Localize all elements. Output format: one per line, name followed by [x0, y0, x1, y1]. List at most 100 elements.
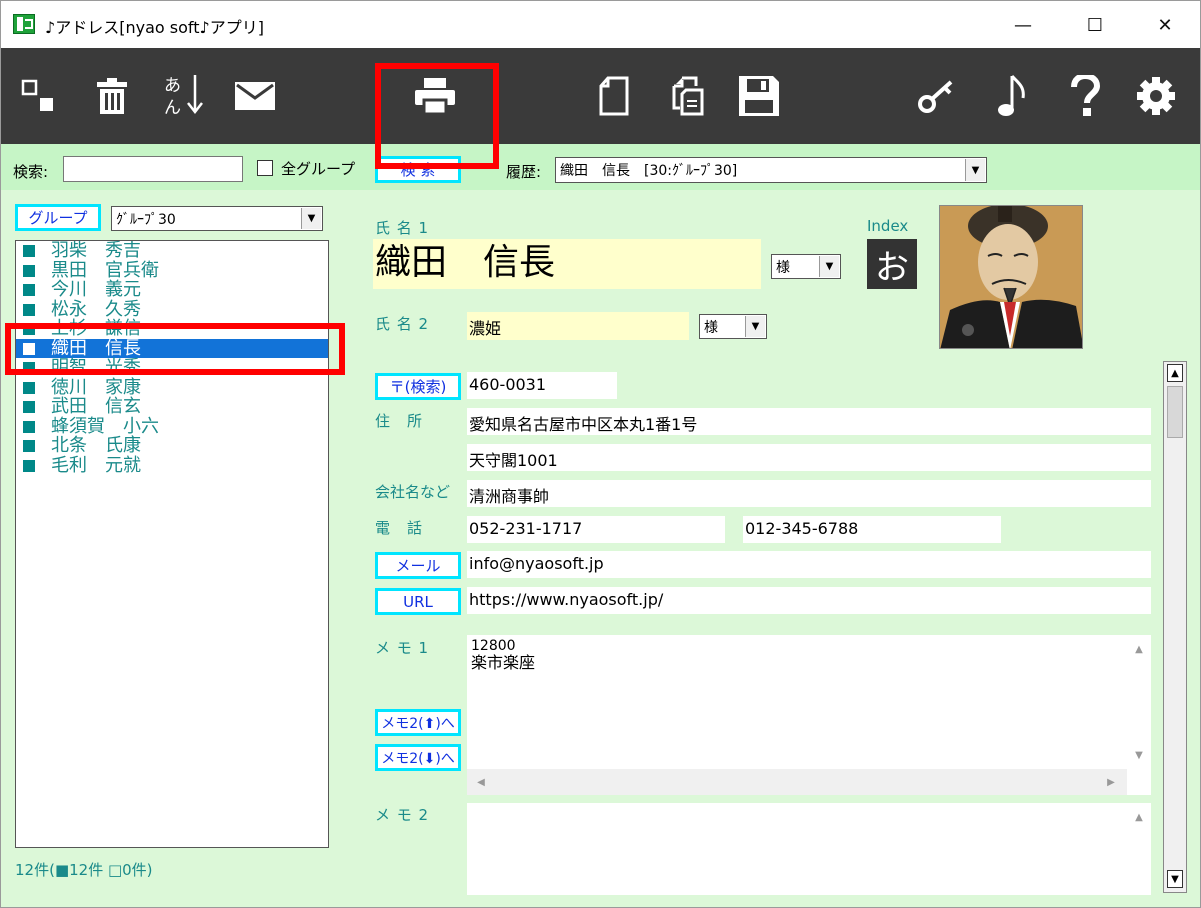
- contact-name: 北条 氏康: [51, 435, 141, 456]
- list-item[interactable]: 今川 義元: [16, 280, 328, 300]
- chevron-down-icon[interactable]: ▼: [745, 316, 765, 337]
- zip-field[interactable]: 460-0031: [467, 372, 617, 399]
- contact-name: 羽柴 秀吉: [51, 240, 141, 261]
- print-button[interactable]: [405, 48, 465, 144]
- list-status: 12件(■12件 □0件): [15, 861, 153, 879]
- memo2-textarea[interactable]: ▲: [467, 803, 1151, 895]
- sort-icon: あ ん: [160, 71, 210, 121]
- scroll-down-icon[interactable]: ▼: [1131, 747, 1147, 763]
- contact-name: 松永 久秀: [51, 298, 141, 320]
- minimize-button[interactable]: —: [1001, 11, 1045, 39]
- list-item[interactable]: 上杉 謙信: [16, 319, 328, 339]
- save-button[interactable]: [731, 48, 787, 144]
- contact-list[interactable]: 羽柴 秀吉 黒田 官兵衛 今川 義元 松永 久秀 上杉 謙信 織田 信長 明智 光秀 徳川 家…: [15, 240, 329, 848]
- title-bar: ♪アドレス[nyao soft♪アプリ] — ☐ ✕: [1, 1, 1200, 48]
- gear-icon: [1137, 77, 1175, 115]
- mail-button[interactable]: メール: [375, 552, 461, 579]
- name1-honorific-dropdown[interactable]: 様 ▼: [771, 254, 841, 279]
- mail-field[interactable]: info@nyaosoft.jp: [467, 551, 1151, 578]
- sort-button[interactable]: あ ん: [157, 48, 213, 144]
- scroll-right-icon[interactable]: ▶: [1103, 774, 1119, 790]
- phone2-field[interactable]: 012-345-6788: [743, 516, 1001, 543]
- contact-name: 織田 信長: [51, 337, 141, 359]
- chevron-down-icon[interactable]: ▼: [301, 208, 321, 229]
- name2-field[interactable]: 濃姫: [467, 312, 689, 340]
- company-field[interactable]: 清洲商事帥: [467, 480, 1151, 507]
- page-vertical-scrollbar[interactable]: ▲ ▼: [1163, 361, 1187, 893]
- search-button[interactable]: 検 索: [375, 156, 461, 183]
- list-item[interactable]: 松永 久秀: [16, 300, 328, 320]
- memo1-textarea[interactable]: 12800 楽市楽座 ▲ ▼ ◀ ▶: [467, 635, 1151, 795]
- chevron-down-icon[interactable]: ▼: [965, 159, 985, 181]
- list-item[interactable]: 北条 氏康: [16, 436, 328, 456]
- phone1-field[interactable]: 052-231-1717: [467, 516, 725, 543]
- contact-name: 武田 信玄: [51, 396, 141, 417]
- scroll-up-icon[interactable]: ▲: [1131, 809, 1147, 825]
- history-value: 織田 信長 [30:ｸﾞﾙｰﾌﾟ30]: [560, 163, 738, 179]
- contact-name: 上杉 謙信: [51, 318, 141, 339]
- maximize-button[interactable]: ☐: [1073, 11, 1117, 39]
- mail-toolbar-button[interactable]: [229, 48, 281, 144]
- music-note-icon: [998, 75, 1025, 116]
- memo1-horizontal-scrollbar[interactable]: ◀ ▶: [467, 769, 1127, 795]
- chevron-down-icon[interactable]: ▼: [819, 256, 839, 277]
- status-square-icon: [23, 264, 35, 277]
- delete-button[interactable]: [87, 48, 137, 144]
- list-item[interactable]: 徳川 家康: [16, 378, 328, 398]
- url-button[interactable]: URL: [375, 588, 461, 615]
- all-groups-checkbox[interactable]: [257, 160, 273, 176]
- scroll-up-icon[interactable]: ▲: [1131, 641, 1147, 657]
- scrollbar-thumb[interactable]: [1167, 386, 1183, 438]
- search-bar: 検索: 全グループ 検 索 履歴: 織田 信長 [30:ｸﾞﾙｰﾌﾟ30] ▼: [1, 144, 1200, 190]
- list-item[interactable]: 蜂須賀 小六: [16, 417, 328, 437]
- group-button[interactable]: グループ: [15, 204, 101, 231]
- question-mark-icon: [1071, 75, 1100, 116]
- contact-name: 明智 光秀: [51, 357, 141, 378]
- password-button[interactable]: [911, 48, 963, 144]
- memo1-line1: 12800: [471, 638, 516, 654]
- list-item[interactable]: 羽柴 秀吉: [16, 241, 328, 261]
- scroll-left-icon[interactable]: ◀: [473, 774, 489, 790]
- key-icon: [918, 80, 953, 113]
- name1-honorific-value: 様: [776, 260, 790, 276]
- address2-field[interactable]: 天守閣1001: [467, 444, 1151, 471]
- address1-field[interactable]: 愛知県名古屋市中区本丸1番1号: [467, 408, 1151, 435]
- window-title: ♪アドレス[nyao soft♪アプリ]: [45, 18, 264, 37]
- url-field[interactable]: https://www.nyaosoft.jp/: [467, 587, 1151, 614]
- list-item[interactable]: 武田 信玄: [16, 397, 328, 417]
- contact-photo[interactable]: [939, 205, 1083, 349]
- group-value: ｸﾞﾙｰﾌﾟ30: [116, 212, 176, 228]
- scroll-up-icon[interactable]: ▲: [1167, 364, 1183, 382]
- address-label: 住 所: [375, 412, 424, 430]
- search-input[interactable]: [63, 156, 243, 182]
- name1-field[interactable]: 織田 信長: [373, 239, 761, 289]
- memo-down-button[interactable]: メモ2(⬇)へ: [375, 744, 461, 771]
- list-item[interactable]: 毛利 元就: [16, 456, 328, 476]
- copy-button[interactable]: [661, 48, 713, 144]
- list-item[interactable]: 明智 光秀: [16, 358, 328, 378]
- name2-honorific-dropdown[interactable]: 様 ▼: [699, 314, 767, 339]
- toolbar: あ ん: [1, 48, 1200, 144]
- help-button[interactable]: [1059, 48, 1111, 144]
- memo-up-button[interactable]: メモ2(⬆)へ: [375, 709, 461, 736]
- list-item[interactable]: 織田 信長: [16, 337, 328, 359]
- new-document-button[interactable]: [589, 48, 639, 144]
- scroll-down-icon[interactable]: ▼: [1167, 870, 1183, 888]
- history-label: 履歴:: [506, 163, 542, 181]
- select-toggle-button[interactable]: [13, 48, 63, 144]
- status-square-icon: [23, 381, 35, 394]
- name2-honorific-value: 様: [704, 320, 718, 336]
- status-square-icon: [23, 440, 35, 452]
- history-dropdown[interactable]: 織田 信長 [30:ｸﾞﾙｰﾌﾟ30] ▼: [555, 157, 987, 183]
- trash-icon: [97, 78, 127, 114]
- list-item[interactable]: 黒田 官兵衛: [16, 261, 328, 281]
- sound-button[interactable]: [987, 48, 1037, 144]
- settings-button[interactable]: [1131, 48, 1181, 144]
- select-toggle-icon: [21, 79, 53, 111]
- close-button[interactable]: ✕: [1143, 11, 1187, 39]
- zip-search-button[interactable]: 〒(検索): [375, 373, 461, 400]
- group-dropdown[interactable]: ｸﾞﾙｰﾌﾟ30 ▼: [111, 206, 323, 231]
- phone-label: 電 話: [375, 519, 424, 537]
- memo2-label: メ モ 2: [375, 806, 430, 824]
- all-groups-label: 全グループ: [281, 160, 356, 178]
